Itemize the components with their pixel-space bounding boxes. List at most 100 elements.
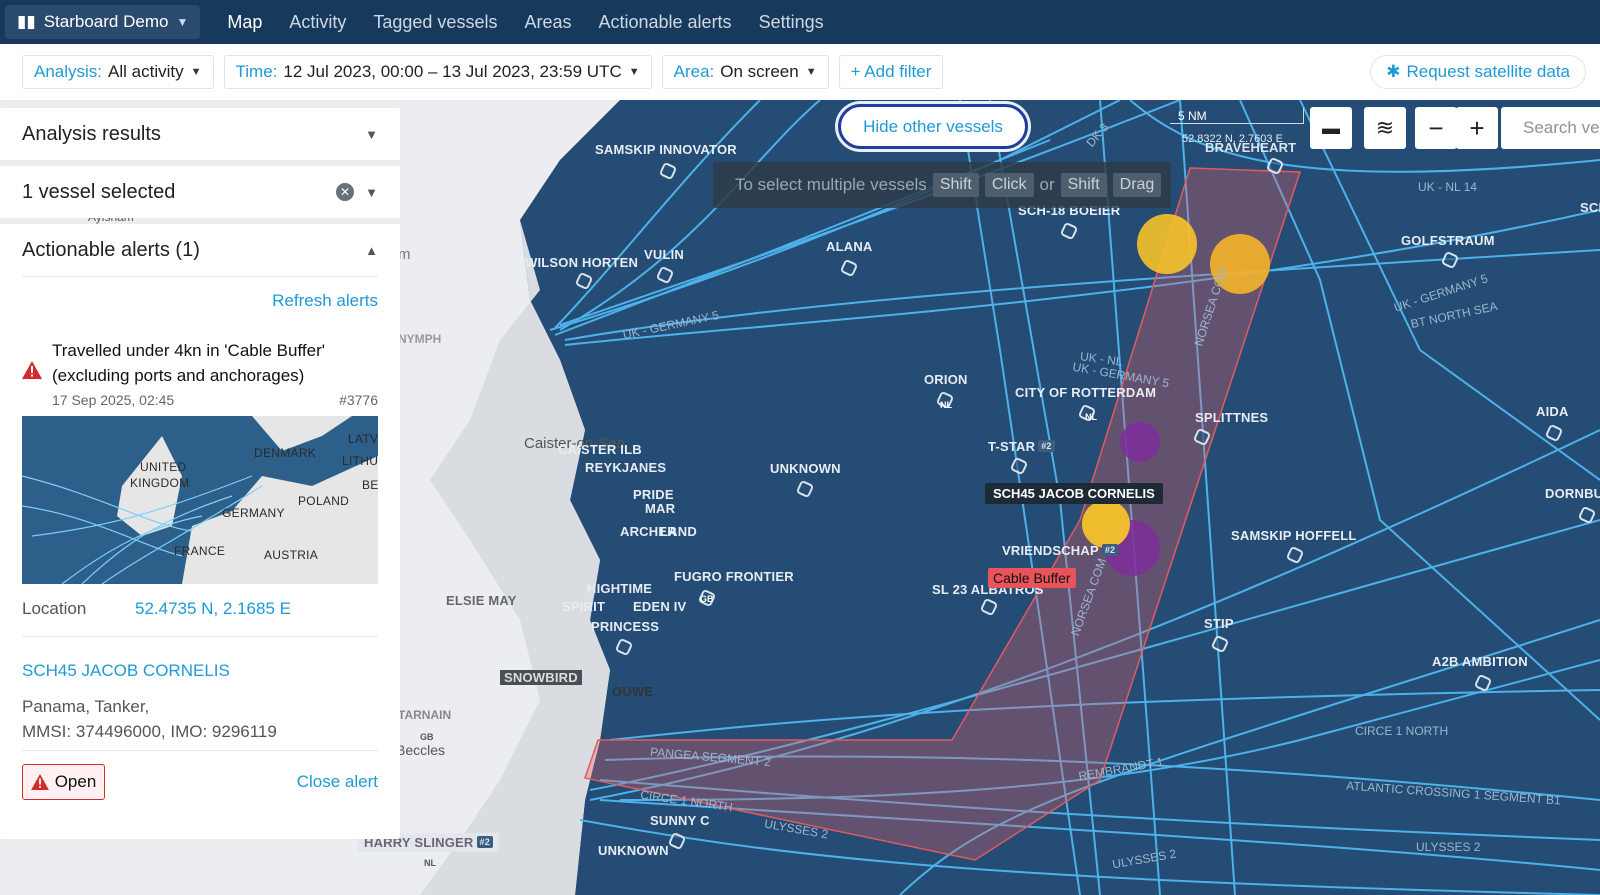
alert-map-thumbnail[interactable]: UNITED KINGDOM DENMARK LATV LITHUA BE GE… [22,416,378,584]
vessel-name-link[interactable]: SCH45 JACOB CORNELIS [22,661,230,681]
zoom-out-button[interactable]: − [1415,107,1457,149]
building-icon: ▮▮ [17,12,36,31]
vessel-label[interactable]: UNKNOWN [598,843,669,858]
open-alert-label: Open [54,772,97,791]
alert-id: #3776 [339,392,378,408]
selection-title: 1 vessel selected [22,180,176,203]
nav-areas[interactable]: Areas [524,12,571,33]
vessel-label[interactable]: A2B AMBITION [1432,654,1528,669]
zoom-in-button[interactable]: + [1456,107,1498,149]
vessel-label[interactable]: AIDA [1536,404,1569,419]
tooltip-or: or [1039,175,1055,194]
vessel-label[interactable]: LAND [660,524,697,539]
location-value[interactable]: 52.4735 N, 2.1685 E [135,599,291,619]
alert-title: Travelled under 4kn in 'Cable Buffer' (e… [52,341,325,385]
chevron-down-icon: ▼ [805,66,817,78]
cable-buffer-label[interactable]: Cable Buffer [988,568,1076,588]
ruler-icon: ▬ [1322,117,1340,138]
filter-bar: Analysis: All activity ▼ Time: 12 Jul 20… [0,44,1600,100]
cable-label: UK - NL 14 [1418,180,1477,194]
alerts-card: Actionable alerts (1) ▲ Refresh alerts T… [0,224,400,839]
flag-badge: GB [420,732,434,742]
analysis-filter-value: All activity [108,62,184,81]
refresh-alerts-link[interactable]: Refresh alerts [272,291,378,311]
time-filter-key: Time: [235,62,278,81]
request-satellite-button[interactable]: ✱ Request satellite data [1370,55,1586,89]
vessel-label[interactable]: SNOWBIRD [500,670,582,685]
vessel-label[interactable]: ALANA [826,239,873,254]
area-filter-key: Area: [673,62,715,81]
open-alert-button[interactable]: Open [22,764,105,800]
vessel-label[interactable]: MAR [645,501,675,516]
count-badge: #2 [1038,440,1055,452]
clear-selection-icon[interactable]: ✕ [336,183,354,201]
vessel-search-input[interactable]: Search ve [1501,107,1600,149]
vessel-label[interactable]: HIGHTIME [587,581,652,596]
vessel-label[interactable]: SUNNY C [650,813,710,828]
vessel-label[interactable]: PRIDE [633,487,674,502]
vessel-label[interactable]: SAMSKIP INNOVATOR [595,142,737,157]
place-label: TARNAIN [398,708,452,722]
thumb-country-label: DENMARK [254,446,317,460]
vessel-label[interactable]: OUWE [612,684,653,699]
count-badge: #2 [476,836,493,848]
measure-tool-button[interactable]: ▬ [1310,107,1352,149]
map-scale: 5 NM 52.8322 N, 2.7603 E [1170,108,1304,145]
vessel-label[interactable]: ELSIE MAY [446,593,517,608]
vessel-label[interactable]: VRIENDSCHAP #2 [1002,543,1119,558]
key-click: Click [984,173,1034,197]
nav-settings[interactable]: Settings [759,12,824,33]
org-switcher[interactable]: ▮▮ Starboard Demo ▼ [5,5,201,39]
cursor-coordinates: 52.8322 N, 2.7603 E [1182,133,1283,145]
vessel-label[interactable]: GOLFSTRAUM [1401,233,1495,248]
vessel-details: Panama, Tanker, [22,697,150,716]
vessel-label[interactable]: CITY OF ROTTERDAM [1015,385,1156,400]
vessel-label[interactable]: REYKJANES [585,460,666,475]
thumb-country-label: LITHUA [342,454,378,468]
layers-button[interactable]: ≋ [1364,107,1406,149]
nav-actionable-alerts[interactable]: Actionable alerts [598,12,731,33]
nav-tagged-vessels[interactable]: Tagged vessels [373,12,497,33]
vessel-label[interactable]: SPLITTNES [1195,410,1268,425]
vessel-label[interactable]: UNKNOWN [770,461,841,476]
close-alert-link[interactable]: Close alert [297,772,378,792]
org-name: Starboard Demo [43,12,169,31]
vessel-label[interactable]: SAMSKIP HOFFELL [1231,528,1357,543]
analysis-filter[interactable]: Analysis: All activity ▼ [22,55,214,89]
heat-point [1137,214,1197,274]
nav-map[interactable]: Map [227,12,262,33]
vessel-label[interactable]: DORNBU [1545,486,1600,501]
warning-icon [30,774,49,790]
divider [22,750,378,751]
left-panel: Analysis results ▼ 1 vessel selected ✕ ▼… [0,108,400,845]
vessel-label[interactable]: WILSON HORTEN [525,255,638,270]
vessel-label[interactable]: CAISTER ILB [558,442,642,457]
vessel-label[interactable]: ORION [924,372,968,387]
analysis-filter-key: Analysis: [34,62,103,81]
area-filter-value: On screen [720,62,799,81]
vessel-label[interactable]: EDEN IV [633,599,686,614]
add-filter-button[interactable]: + Add filter [838,55,944,89]
minus-icon: − [1428,112,1444,143]
vessel-label[interactable]: FUGRO FRONTIER [674,569,794,584]
selected-vessel-label[interactable]: SCH45 JACOB CORNELIS [985,483,1163,504]
hide-other-vessels-button[interactable]: Hide other vessels [838,104,1028,149]
chevron-down-icon: ▼ [628,66,640,78]
selection-card[interactable]: 1 vessel selected ✕ ▼ [0,166,400,218]
vessel-label[interactable]: T-STAR #2 [988,439,1055,454]
chevron-down-icon[interactable]: ▼ [365,127,378,142]
vessel-label[interactable]: SPIRIT [562,599,605,614]
heat-point [1120,422,1160,462]
area-filter[interactable]: Area: On screen ▼ [661,55,829,89]
analysis-results-card[interactable]: Analysis results ▼ [0,108,400,160]
time-filter[interactable]: Time: 12 Jul 2023, 00:00 – 13 Jul 2023, … [223,55,652,89]
chevron-down-icon[interactable]: ▼ [365,185,378,200]
vessel-label[interactable]: SCI [1580,200,1600,215]
thumb-land [182,456,378,584]
vessel-label[interactable]: STIP [1204,616,1234,631]
vessel-label[interactable]: PRINCESS [591,619,659,634]
nav-activity[interactable]: Activity [289,12,346,33]
chevron-up-icon[interactable]: ▲ [365,243,378,258]
flag-badge: NL [940,400,952,410]
vessel-label[interactable]: VULIN [644,247,684,262]
